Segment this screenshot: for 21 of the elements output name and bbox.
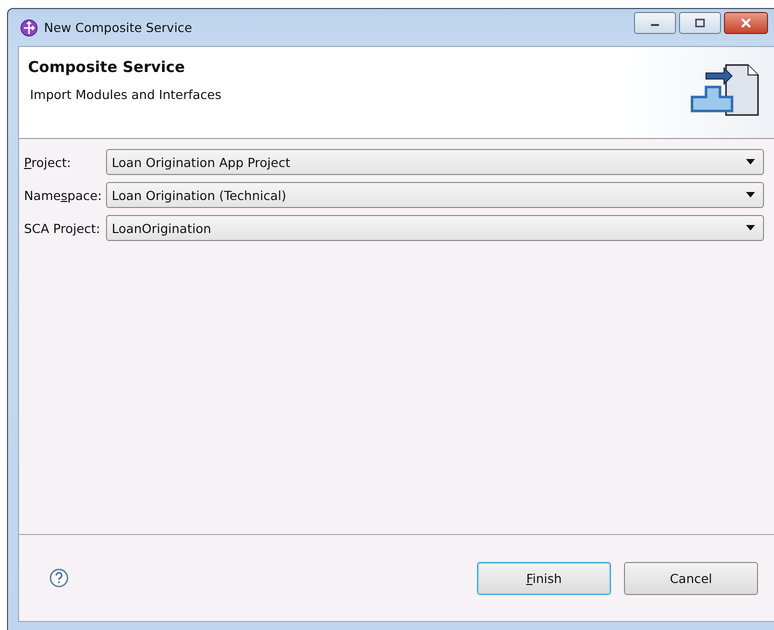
minimize-button[interactable] bbox=[634, 12, 676, 34]
close-button[interactable] bbox=[724, 12, 768, 34]
wizard-title: Composite Service bbox=[28, 58, 186, 76]
finish-button[interactable]: Finish bbox=[477, 562, 611, 594]
field-label: SCA Project: bbox=[24, 220, 102, 236]
maximize-icon bbox=[694, 18, 706, 28]
caret-icon bbox=[746, 159, 755, 165]
caret-icon bbox=[746, 225, 755, 231]
cancel-button[interactable]: Cancel bbox=[624, 562, 758, 594]
field-label: Namespace: bbox=[24, 188, 102, 202]
wizard-description: Import Modules and Interfaces bbox=[30, 87, 222, 102]
caret-icon bbox=[746, 192, 755, 198]
help-icon[interactable] bbox=[49, 568, 69, 588]
dropdown[interactable]: Loan Origination (Technical) bbox=[106, 182, 764, 208]
close-icon bbox=[739, 18, 753, 28]
maximize-button[interactable] bbox=[679, 12, 721, 34]
app-icon bbox=[20, 18, 38, 36]
dropdown[interactable]: LoanOrigination bbox=[106, 215, 764, 241]
field-label: Project: bbox=[24, 154, 72, 170]
window-title: New Composite Service bbox=[44, 20, 192, 35]
dropdown[interactable]: Loan Origination App Project bbox=[106, 149, 764, 175]
